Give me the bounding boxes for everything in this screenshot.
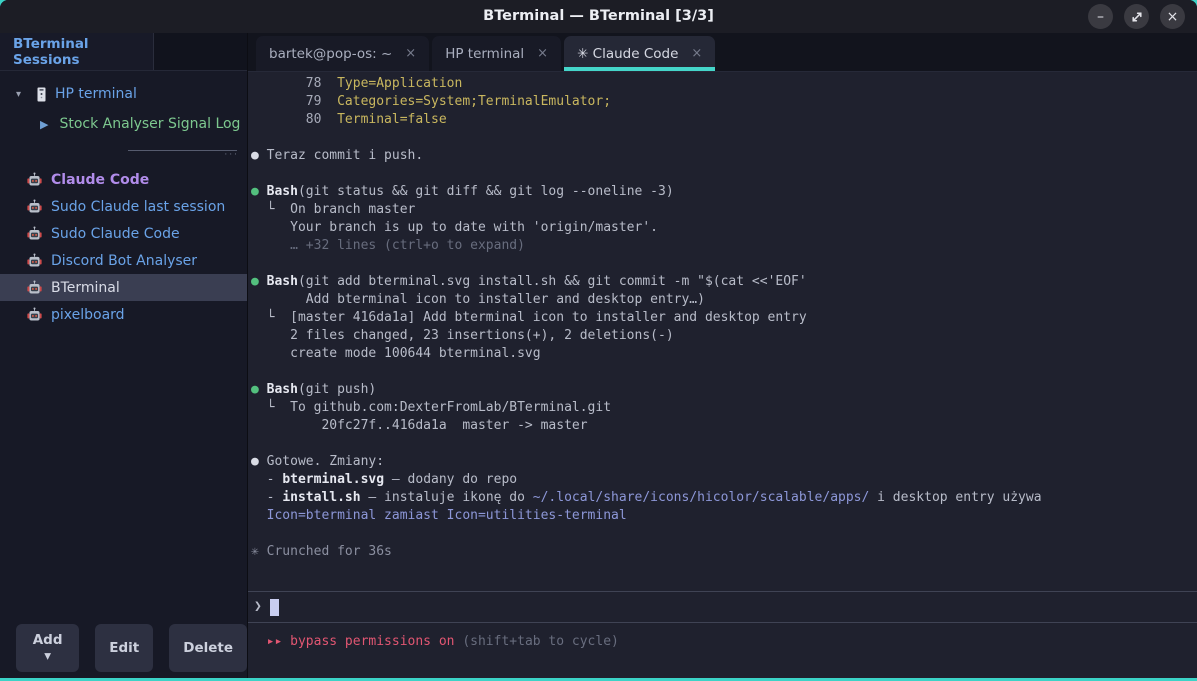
close-icon: × (1167, 9, 1179, 25)
delete-button[interactable]: Delete (169, 624, 247, 672)
sidebar-item-claude-code[interactable]: Claude Code (0, 166, 247, 193)
tab-bar: bartek@pop-os: ~×HP terminal×✳ Claude Co… (248, 33, 1197, 72)
sidebar-item-bterminal[interactable]: BTerminal (0, 274, 247, 301)
robot-icon (27, 253, 42, 268)
session-tree: ▾ HP terminal ▶ Stock Analyser Signal Lo… (0, 71, 247, 139)
tab-claude-code[interactable]: ✳ Claude Code × (564, 36, 715, 71)
session-label: BTerminal (51, 280, 120, 296)
window-title: BTerminal — BTerminal [3/3] (0, 0, 1197, 33)
terminal-line: Add bterminal icon to installer and desk… (251, 291, 1197, 309)
permissions-status: ▸▸ bypass permissions on (shift+tab to c… (251, 633, 1197, 651)
tree-child-label: Stock Analyser Signal Log (59, 116, 240, 132)
terminal-line: └ [master 416da1a] Add bterminal icon to… (251, 309, 1197, 327)
terminal-line: 80 Terminal=false (251, 111, 1197, 129)
terminal-line: └ To github.com:DexterFromLab/BTerminal.… (251, 399, 1197, 417)
maximize-button[interactable] (1124, 4, 1149, 29)
bterminal-window: BTerminal — BTerminal [3/3] – × BTermina… (0, 0, 1197, 678)
prompt-chevron-icon: ❯ (254, 598, 262, 616)
terminal-line (251, 255, 1197, 273)
session-list: Claude Code Sudo Claude last session Sudo … (0, 166, 247, 328)
edit-button[interactable]: Edit (95, 624, 153, 672)
tab-close-icon[interactable]: × (405, 46, 416, 61)
main-area: BTerminal Sessions ▾ HP terminal ▶ Stock… (0, 33, 1197, 678)
terminal-line (251, 363, 1197, 381)
terminal-line: ✳ Crunched for 36s (251, 543, 1197, 561)
session-label: Sudo Claude last session (51, 199, 225, 215)
prompt-input[interactable]: ❯ (248, 591, 1197, 623)
tab-close-icon[interactable]: × (691, 46, 702, 61)
tree-parent-label: HP terminal (55, 86, 137, 102)
tree-item-stock-analyser-signal-log[interactable]: ▶ Stock Analyser Signal Log (0, 109, 247, 139)
divider-dots: ··· (0, 151, 239, 159)
terminal-line: Your branch is up to date with 'origin/m… (251, 219, 1197, 237)
terminal-line: └ On branch master (251, 201, 1197, 219)
robot-icon (27, 280, 42, 295)
terminal-line: - bterminal.svg — dodany do repo (251, 471, 1197, 489)
cycle-hint: (shift+tab to cycle) (455, 634, 619, 649)
session-label: Discord Bot Analyser (51, 253, 197, 269)
terminal-line (251, 129, 1197, 147)
title-bar[interactable]: BTerminal — BTerminal [3/3] – × (0, 0, 1197, 33)
terminal-line (251, 165, 1197, 183)
terminal-line: 79 Categories=System;TerminalEmulator; (251, 93, 1197, 111)
terminal-line: ● Bash(git add bterminal.svg install.sh … (251, 273, 1197, 291)
tab-label: ✳ Claude Code (577, 46, 678, 62)
terminal-line: ● Gotowe. Zmiany: (251, 453, 1197, 471)
terminal-line: ● Bash(git status && git diff && git log… (251, 183, 1197, 201)
terminal-line (251, 525, 1197, 543)
session-label: pixelboard (51, 307, 125, 323)
tree-item-hp-terminal[interactable]: ▾ HP terminal (0, 79, 247, 109)
terminal-line: 2 files changed, 23 insertions(+), 2 del… (251, 327, 1197, 345)
terminal-lines: 78 Type=Application 79 Categories=System… (251, 75, 1197, 561)
collapse-expander-icon[interactable]: ▾ (16, 89, 28, 100)
session-label: Sudo Claude Code (51, 226, 180, 242)
session-label: Claude Code (51, 172, 149, 188)
minimize-button[interactable]: – (1088, 4, 1113, 29)
terminal-line: Icon=bterminal zamiast Icon=utilities-te… (251, 507, 1197, 525)
sidebar-item-sudo-claude-last-session[interactable]: Sudo Claude last session (0, 193, 247, 220)
terminal-line (251, 435, 1197, 453)
robot-icon (27, 307, 42, 322)
bypass-mode-label: ▸▸ bypass permissions on (251, 634, 455, 649)
tab-label: bartek@pop-os: ~ (269, 46, 392, 62)
play-icon: ▶ (40, 118, 48, 131)
terminal-line: … +32 lines (ctrl+o to expand) (251, 237, 1197, 255)
sidebar-header-cell[interactable]: BTerminal Sessions (0, 33, 154, 70)
terminal-line: - install.sh — instaluje ikonę do ~/.loc… (251, 489, 1197, 507)
tab-bartek-pop-os[interactable]: bartek@pop-os: ~ × (256, 36, 429, 71)
sidebar-buttons: Add ▾ Edit Delete (16, 624, 247, 672)
terminal-line: ● Teraz commit i push. (251, 147, 1197, 165)
sidebar-header-label: BTerminal Sessions (13, 36, 153, 68)
maximize-icon (1131, 11, 1143, 23)
sessions-sidebar: BTerminal Sessions ▾ HP terminal ▶ Stock… (0, 33, 248, 678)
tab-label: HP terminal (445, 46, 524, 62)
robot-icon (27, 226, 42, 241)
terminal-line: 20fc27f..416da1a master -> master (251, 417, 1197, 435)
sidebar-header: BTerminal Sessions (0, 33, 247, 71)
add-button[interactable]: Add ▾ (16, 624, 79, 672)
robot-icon (27, 199, 42, 214)
text-cursor (270, 599, 279, 616)
window-frame: BTerminal — BTerminal [3/3] – × BTermina… (0, 0, 1197, 681)
computer-icon (36, 87, 47, 102)
sidebar-item-sudo-claude-code[interactable]: Sudo Claude Code (0, 220, 247, 247)
sidebar-item-discord-bot-analyser[interactable]: Discord Bot Analyser (0, 247, 247, 274)
close-button[interactable]: × (1160, 4, 1185, 29)
terminal-line: create mode 100644 bterminal.svg (251, 345, 1197, 363)
window-controls: – × (1088, 4, 1185, 29)
tab-hp-terminal[interactable]: HP terminal × (432, 36, 561, 71)
terminal-line: 78 Type=Application (251, 75, 1197, 93)
tab-close-icon[interactable]: × (537, 46, 548, 61)
terminal-output[interactable]: 78 Type=Application 79 Categories=System… (248, 72, 1197, 678)
content-area: bartek@pop-os: ~×HP terminal×✳ Claude Co… (248, 33, 1197, 678)
minimize-icon: – (1097, 9, 1104, 25)
terminal-line: ● Bash(git push) (251, 381, 1197, 399)
robot-icon (27, 172, 42, 187)
sidebar-item-pixelboard[interactable]: pixelboard (0, 301, 247, 328)
